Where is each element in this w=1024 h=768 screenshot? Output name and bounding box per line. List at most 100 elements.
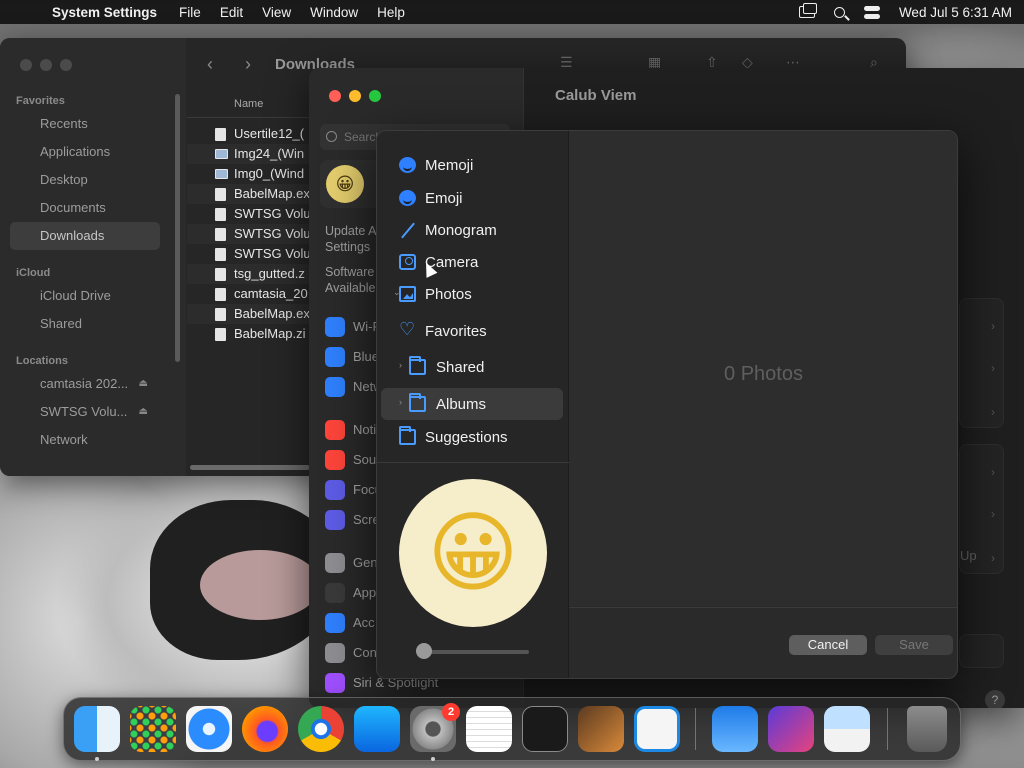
help-button[interactable]: ? <box>985 690 1005 708</box>
sidebar-item-desktop[interactable]: Desktop <box>10 166 160 194</box>
column-name[interactable]: Name <box>234 98 263 110</box>
close-button[interactable] <box>329 90 341 102</box>
chevron-right-icon[interactable]: › <box>399 397 402 407</box>
screen-mirroring-icon[interactable] <box>798 3 817 18</box>
sidebar-item-network[interactable]: Netw <box>325 376 383 398</box>
sidebar-item-network[interactable]: Network <box>10 426 160 454</box>
table-row[interactable]: BabelMap.ex <box>187 304 317 324</box>
file-icon <box>215 268 226 281</box>
minimize-button[interactable] <box>349 90 361 102</box>
sidebar-item-documents[interactable]: Documents <box>10 194 160 222</box>
table-row[interactable]: BabelMap.zi <box>187 324 317 344</box>
horizontal-scrollbar[interactable] <box>190 465 310 470</box>
table-row[interactable]: BabelMap.ex <box>187 184 317 204</box>
terminal-app-icon[interactable] <box>522 706 568 752</box>
zoom-button[interactable] <box>60 59 72 71</box>
sidebar-item-icloud-drive[interactable]: iCloud Drive <box>10 282 160 310</box>
pen-icon <box>399 222 416 238</box>
sidebar-item-general[interactable]: Gen <box>325 552 378 574</box>
chevron-right-icon[interactable]: › <box>991 405 995 419</box>
table-row[interactable]: SWTSG Volu <box>187 224 317 244</box>
menu-file[interactable]: File <box>179 5 201 20</box>
spotlight-search-icon[interactable] <box>833 6 845 18</box>
launchpad-app-icon[interactable] <box>130 706 176 752</box>
zoom-slider-track[interactable] <box>417 650 529 654</box>
finder-sidebar: Favorites Recents Applications Desktop D… <box>0 38 186 476</box>
safari-app-icon[interactable] <box>186 706 232 752</box>
app-menu[interactable]: System Settings <box>52 5 157 20</box>
suggestions-folder-icon <box>399 426 416 445</box>
menu-view[interactable]: View <box>262 5 291 20</box>
picker-item-shared[interactable]: › Shared <box>381 351 563 383</box>
chrome-app-icon[interactable] <box>298 706 344 752</box>
eject-icon[interactable]: ⏏ <box>139 398 148 426</box>
sidebar-item-accessibility[interactable]: Acc <box>325 612 375 634</box>
update-settings-label[interactable]: Update A Settings <box>325 223 376 255</box>
weather-app-icon[interactable] <box>712 706 758 752</box>
app-store-app-icon[interactable] <box>354 706 400 752</box>
textedit-app-icon[interactable] <box>466 706 512 752</box>
chevron-right-icon[interactable]: › <box>399 360 402 370</box>
sidebar-item-swtsg[interactable]: SWTSG Volu... ⏏ <box>10 398 160 426</box>
chevron-right-icon[interactable]: › <box>991 361 995 375</box>
sidebar-item-screen-time[interactable]: Scre <box>325 509 380 531</box>
sidebar-item-notifications[interactable]: Noti <box>325 419 376 441</box>
photos-icon <box>399 286 416 302</box>
picker-item-albums[interactable]: › Albums <box>381 388 563 420</box>
table-row[interactable]: Img0_(Wind <box>187 164 317 184</box>
chevron-right-icon[interactable]: › <box>991 319 995 333</box>
cancel-button[interactable]: Cancel <box>789 635 867 655</box>
table-row[interactable]: tsg_gutted.z <box>187 264 317 284</box>
eject-icon[interactable]: ⏏ <box>139 370 148 398</box>
picker-item-emoji[interactable]: Emoji <box>381 182 563 214</box>
back-icon[interactable]: ‹ <box>207 54 213 75</box>
zoom-slider-knob[interactable] <box>416 643 432 659</box>
save-button[interactable]: Save <box>875 635 953 655</box>
sidebar-item-control-center[interactable]: Con <box>325 642 377 664</box>
picker-item-memoji[interactable]: Memoji <box>381 149 563 181</box>
table-row[interactable]: SWTSG Volu <box>187 244 317 264</box>
picker-item-photos[interactable]: ⌄ Photos <box>381 278 563 310</box>
vscode-app-icon[interactable] <box>634 706 680 752</box>
software-update-label[interactable]: Software Available <box>325 264 376 296</box>
picker-item-monogram[interactable]: Monogram <box>381 214 563 246</box>
menu-window[interactable]: Window <box>310 5 358 20</box>
garageband-app-icon[interactable] <box>578 706 624 752</box>
picker-item-suggestions[interactable]: Suggestions <box>381 421 563 453</box>
sidebar-item-shared[interactable]: Shared <box>10 310 160 338</box>
sidebar-item-wifi[interactable]: Wi-Fi <box>325 316 383 338</box>
sidebar-item-bluetooth[interactable]: Blue <box>325 346 379 368</box>
menubar-clock[interactable]: Wed Jul 5 6:31 AM <box>899 5 1012 20</box>
sidebar-item-applications[interactable]: Applications <box>10 138 160 166</box>
table-row[interactable]: Img24_(Win <box>187 144 317 164</box>
sidebar-item-focus[interactable]: Focu <box>325 479 382 501</box>
control-center-icon[interactable] <box>863 5 880 19</box>
firefox-app-icon[interactable] <box>242 706 288 752</box>
chevron-right-icon[interactable]: › <box>991 465 995 479</box>
menu-edit[interactable]: Edit <box>220 5 243 20</box>
sidebar-item-appearance[interactable]: App <box>325 582 376 604</box>
sidebar-item-camtasia[interactable]: camtasia 202... ⏏ <box>10 370 160 398</box>
finder-app-icon[interactable] <box>74 706 120 752</box>
sidebar-item-downloads[interactable]: Downloads <box>10 222 160 250</box>
sidebar-item-recents[interactable]: Recents <box>10 110 160 138</box>
sidebar-item-label: Noti <box>353 422 377 437</box>
shortcuts-app-icon[interactable] <box>768 706 814 752</box>
chevron-right-icon[interactable]: › <box>991 551 995 565</box>
forward-icon[interactable]: › <box>245 54 251 75</box>
table-row[interactable]: camtasia_20 <box>187 284 317 304</box>
sidebar-scrollbar[interactable] <box>175 94 180 362</box>
picker-item-camera[interactable]: Camera <box>381 246 563 278</box>
sidebar-item-sound[interactable]: Sou <box>325 449 376 471</box>
close-button[interactable] <box>20 59 32 71</box>
table-row[interactable]: SWTSG Volu <box>187 204 317 224</box>
avatar-preview: 😀 <box>399 479 547 627</box>
zoom-button[interactable] <box>369 90 381 102</box>
picker-item-favorites[interactable]: Favorites <box>381 315 563 347</box>
menu-help[interactable]: Help <box>377 5 405 20</box>
preview-app-icon[interactable] <box>824 706 870 752</box>
trash-icon[interactable] <box>907 706 947 752</box>
minimize-button[interactable] <box>40 59 52 71</box>
table-row[interactable]: Usertile12_( <box>187 124 317 144</box>
chevron-right-icon[interactable]: › <box>991 507 995 521</box>
